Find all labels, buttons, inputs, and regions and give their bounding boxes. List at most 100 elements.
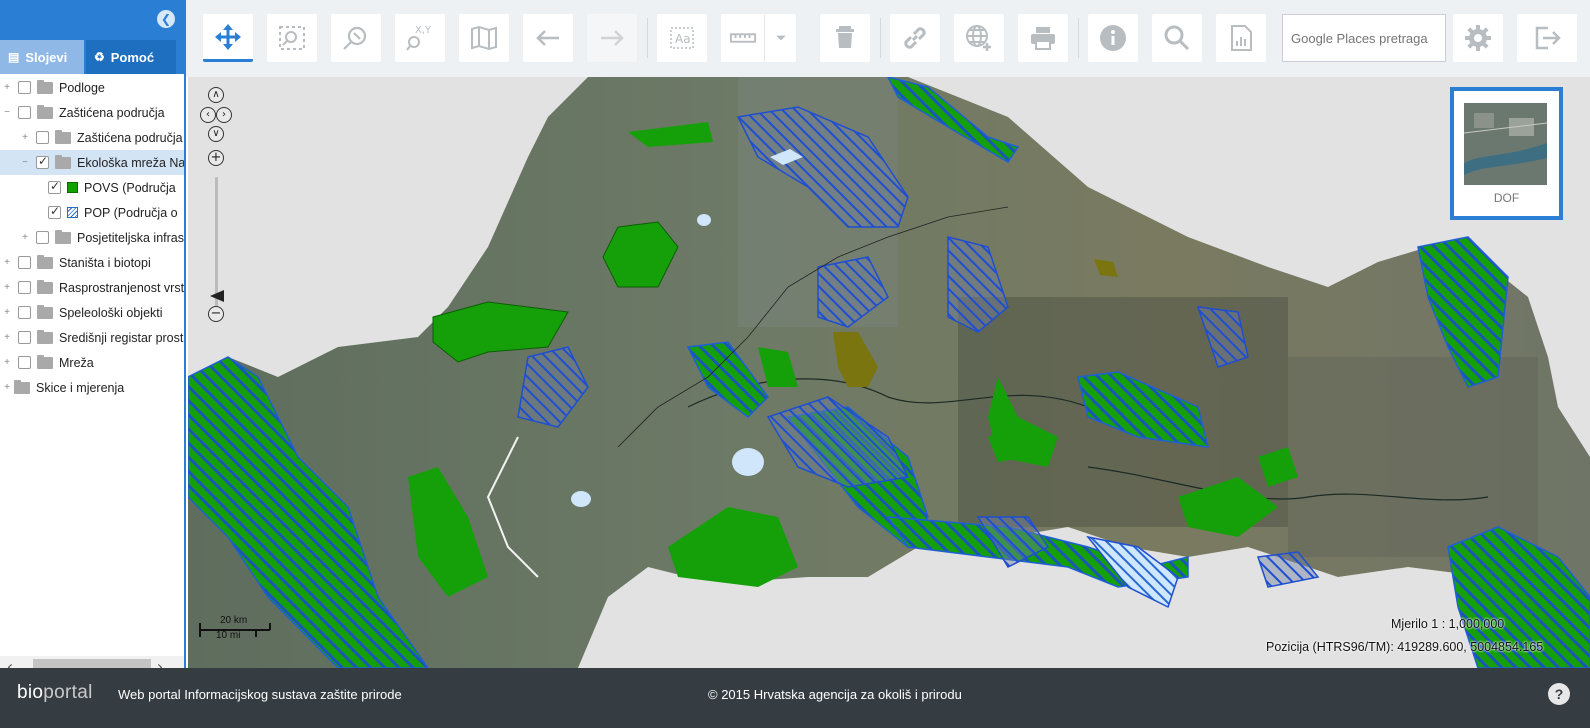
settings-button[interactable] <box>1453 14 1503 62</box>
tree-item-mreza[interactable]: + Mreža <box>0 350 184 375</box>
expand-plus-icon[interactable]: + <box>2 307 12 318</box>
folder-icon <box>37 304 53 319</box>
scale-bar: 20 km 10 mi <box>198 615 278 645</box>
globe-add-icon <box>966 25 991 51</box>
tree-item-label: Rasprostranjenost vrst <box>59 280 185 295</box>
measure-dropdown-button[interactable] <box>764 14 796 62</box>
tree-item-rasprostranjenost[interactable]: + Rasprostranjenost vrst <box>0 275 184 300</box>
layer-checkbox[interactable] <box>36 131 49 144</box>
info-button[interactable] <box>1088 14 1138 62</box>
google-places-search-input[interactable] <box>1282 14 1446 62</box>
tree-item-pop[interactable]: POP (Područja o <box>0 200 184 225</box>
tree-item-stanista[interactable]: + Staništa i biotopi <box>0 250 184 275</box>
layer-checkbox-checked[interactable] <box>48 179 61 194</box>
expand-plus-icon[interactable]: + <box>2 382 12 393</box>
tab-layers-label: Slojevi <box>25 49 68 65</box>
expand-plus-icon[interactable]: + <box>2 357 12 368</box>
add-web-service-button[interactable] <box>954 14 1004 62</box>
tree-item-skice[interactable]: + Skice i mjerenja <box>0 375 184 400</box>
search-button[interactable] <box>1152 14 1202 62</box>
tree-item-sredisnji-registar[interactable]: + Središnji registar prost <box>0 325 184 350</box>
layer-checkbox[interactable] <box>18 106 31 119</box>
imagery-tile <box>1288 357 1538 557</box>
layer-checkbox-checked[interactable] <box>36 154 49 169</box>
collapse-minus-icon[interactable]: − <box>20 157 30 168</box>
layer-checkbox[interactable] <box>18 256 31 269</box>
layer-checkbox[interactable] <box>36 231 49 244</box>
tree-item-label: POVS (Područja <box>84 180 176 195</box>
expand-plus-icon[interactable]: + <box>2 332 12 343</box>
tree-item-label: Podloge <box>59 80 105 95</box>
tree-item-label: Skice i mjerenja <box>36 380 125 395</box>
zoom-slider-track[interactable] <box>215 177 218 307</box>
tree-item-speleoloski[interactable]: + Speleološki objekti <box>0 300 184 325</box>
folder-icon <box>55 129 71 144</box>
print-button[interactable] <box>1018 14 1068 62</box>
scale-bar-mi: 10 mi <box>216 630 241 641</box>
tree-item-zasticena-podrucja[interactable]: − Zaštićena područja <box>0 100 184 125</box>
tree-item-label: Mreža <box>59 355 94 370</box>
sidebar-tabs: ▤ Slojevi ♻ Pomoć <box>0 37 184 74</box>
tree-item-posjetiteljska[interactable]: + Posjetiteljska infras <box>0 225 184 250</box>
pan-button[interactable] <box>203 14 253 62</box>
layer-checkbox[interactable] <box>18 331 31 344</box>
text-annotation-button[interactable]: Aa <box>657 14 707 62</box>
layer-checkbox[interactable] <box>18 306 31 319</box>
collapse-minus-icon[interactable]: − <box>2 107 12 118</box>
expand-plus-icon[interactable]: + <box>20 232 30 243</box>
tree-item-label: POP (Područja o <box>84 205 178 220</box>
zoom-out-icon[interactable]: − <box>208 306 224 322</box>
pan-up-icon[interactable]: ∧ <box>208 87 224 103</box>
folder-icon <box>14 379 30 394</box>
tab-help[interactable]: ♻ Pomoć <box>86 40 176 74</box>
pan-down-icon[interactable]: ∨ <box>208 126 224 142</box>
link-button[interactable] <box>890 14 940 62</box>
tree-item-ekoloska-mreza[interactable]: − Ekološka mreža Na <box>0 150 184 175</box>
tab-layers[interactable]: ▤ Slojevi <box>0 40 84 74</box>
tree-item-label: Posjetiteljska infras <box>77 230 184 245</box>
bioportal-logo[interactable]: bioportal <box>17 682 93 704</box>
layer-checkbox[interactable] <box>18 281 31 294</box>
zoom-box-button[interactable] <box>267 14 317 62</box>
folder-icon <box>37 354 53 369</box>
tree-item-povs[interactable]: POVS (Područja <box>0 175 184 200</box>
tree-item-podloge[interactable]: + Podloge <box>0 75 184 100</box>
map-icon <box>471 25 497 51</box>
help-icon[interactable]: ? <box>1548 683 1570 705</box>
zoom-in-icon[interactable]: + <box>208 150 224 166</box>
pan-right-icon[interactable]: › <box>216 107 232 123</box>
toolbar-separator <box>880 18 881 58</box>
expand-plus-icon[interactable]: + <box>20 132 30 143</box>
basemap-switcher[interactable]: DOF <box>1450 87 1563 220</box>
back-button[interactable] <box>523 14 573 62</box>
folder-open-icon <box>37 104 53 119</box>
forward-button[interactable] <box>587 14 637 62</box>
footer-copyright: © 2015 Hrvatska agencija za okoliš i pri… <box>708 687 962 702</box>
lake <box>732 448 764 476</box>
collapse-sidebar-icon[interactable]: ❮ <box>157 10 175 28</box>
expand-plus-icon[interactable]: + <box>2 282 12 293</box>
expand-plus-icon[interactable]: + <box>2 82 12 93</box>
link-icon <box>904 27 926 49</box>
tree-item-label: Zaštićena područja <box>59 105 165 120</box>
xy-coordinates-button[interactable]: X,Y <box>395 14 445 62</box>
map-canvas[interactable]: ∧ ‹ › ∨ + − DOF 20 km 10 mi Mjerilo 1: … <box>188 77 1590 668</box>
dropdown-icon <box>775 35 786 41</box>
report-button[interactable] <box>1216 14 1266 62</box>
layer-checkbox[interactable] <box>18 81 31 94</box>
map-view-button[interactable] <box>459 14 509 62</box>
info-icon <box>1100 25 1126 51</box>
back-arrow-icon <box>536 30 559 46</box>
zoom-box-icon <box>279 26 305 50</box>
tree-item-zasticena-podrucja-sub[interactable]: + Zaštićena područja <box>0 125 184 150</box>
delete-button[interactable] <box>820 14 870 62</box>
zoom-region-button[interactable] <box>331 14 381 62</box>
sidebar-header: ❮ <box>0 0 184 37</box>
expand-plus-icon[interactable]: + <box>2 257 12 268</box>
logout-button[interactable] <box>1517 14 1577 62</box>
pan-left-icon[interactable]: ‹ <box>200 107 216 123</box>
zoom-region-icon <box>343 26 367 50</box>
layer-checkbox-checked[interactable] <box>48 204 61 219</box>
zoom-slider-handle-icon[interactable] <box>210 290 224 302</box>
layer-checkbox[interactable] <box>18 356 31 369</box>
